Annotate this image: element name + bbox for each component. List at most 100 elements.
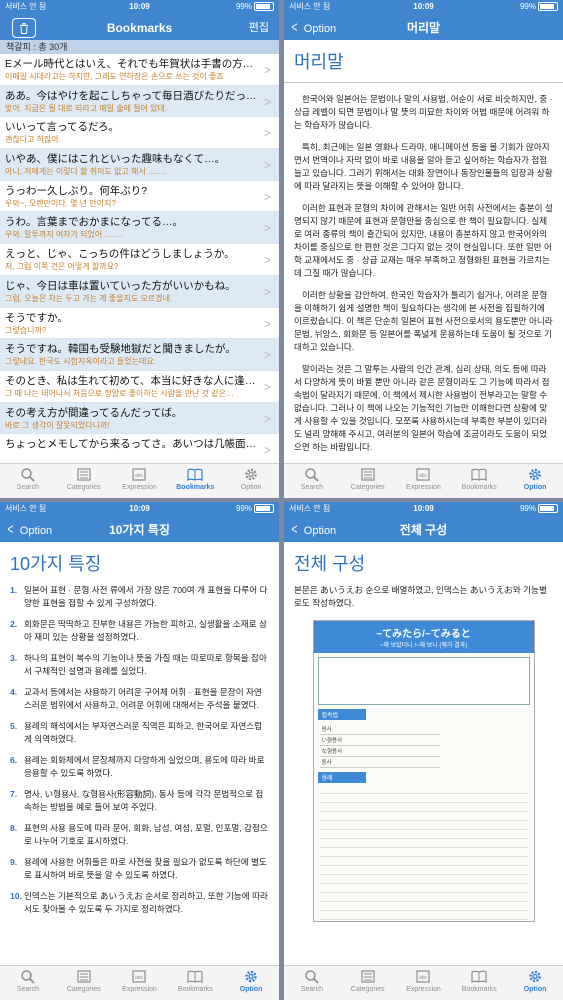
bookmark-row[interactable]: いいって言ってるだろ。 괜찮다고 하잖아. > (0, 117, 279, 150)
gear-icon (245, 468, 257, 481)
bookmark-row[interactable]: Eメール時代とはいえ、それでも年賀状は手書の方… 이메일 시대라고는 하지만, 그… (0, 54, 279, 86)
bookmark-row[interactable]: ああ。今はやけを起こしちゃって毎日酒びたりだっ… 맞아. 지금은 될 대로 되라고… (0, 85, 279, 118)
bookmark-row[interactable]: いやあ、僕にはこれといった趣味もなくて…。 아니, 저에게는 이렇다 할 취미도 … (0, 149, 279, 181)
bookmark-row[interactable]: えっと、じゃ、こっちの件はどうしましょうか。 저, 그럼 이쪽 건은 어떻게 할까… (0, 244, 279, 276)
feature-number: 2. (10, 619, 18, 629)
page-title: 10가지 특징 (109, 523, 170, 537)
tab-label: Option (239, 986, 263, 993)
tab-search[interactable]: Search (0, 464, 56, 498)
section-heading: 머리말 (294, 52, 344, 72)
feature-item: 2. 회화문은 딱딱하고 진부한 내용은 가능한 피하고, 실생활을 소재로 삼아… (10, 618, 269, 644)
bookmark-japanese: その考え方が間違ってるんだってば。 (5, 406, 183, 419)
chevron-right-icon: > (263, 411, 271, 426)
chevron-right-icon: > (263, 189, 271, 204)
tab-label: Search (16, 986, 39, 993)
tab-categories[interactable]: Categories (56, 464, 112, 498)
bookmark-korean: 이메일 시대라고는 하지만, 그래도 연하장은 손으로 쓰는 것이 좋죠 (5, 72, 224, 81)
bookmark-korean: 저, 그럼 이쪽 건은 어떻게 할까요? (5, 262, 119, 272)
bookmark-row[interactable]: その考え方が間違ってるんだってば。 바로 그 생각이 잘못되었다니까! > (0, 402, 279, 435)
tab-option[interactable]: Option (507, 464, 563, 498)
bookmark-korean: 그렇습니까? (5, 325, 47, 335)
bookmark-korean: 아니, 저에게는 이렇다 할 취미도 없고 해서 ……. (5, 167, 167, 177)
tab-search[interactable]: Search (0, 966, 56, 1000)
bookmark-korean: 괜찮다고 하잖아. (5, 135, 61, 145)
status-bar: 서비스 안 됨 10:09 99% (0, 0, 279, 13)
preface-paragraph: 한국어와 일본어는 문법이나 말의 사용법, 어순이 서로 비슷하지만, 중 ·… (294, 94, 553, 130)
tab-bar: Search Categories abc Expression Bookmarks Op… (0, 965, 279, 1000)
divider (284, 82, 563, 83)
chevron-right-icon: > (263, 221, 271, 236)
tab-search[interactable]: Search (284, 464, 340, 498)
sample-header: ~てみたら/~てみると ~해 보았더니 /~해 보니 (해가 결과) (313, 621, 534, 653)
bookmarks-icon (471, 468, 487, 481)
tab-label: Search (300, 986, 323, 993)
tab-label: Expression (122, 986, 157, 993)
edit-button[interactable]: 편집 (249, 16, 269, 40)
section-heading: 10가지 특징 (10, 554, 102, 574)
chevron-right-icon: > (263, 316, 271, 331)
bookmark-japanese: そうですね。韓国も受験地獄だと聞きましたが。 (5, 343, 236, 356)
tab-categories[interactable]: Categories (56, 966, 112, 1000)
bookmark-korean: 우와. 말투까지 여자가 되었어 ……. (5, 230, 123, 240)
expression-icon: abc (132, 468, 147, 481)
bookmarks-icon (187, 970, 203, 983)
chevron-right-icon: > (263, 443, 271, 458)
feature-number: 10. (10, 891, 22, 901)
status-bar: 서비스 안 됨 10:09 99% (0, 502, 279, 515)
categories-icon (77, 970, 91, 983)
tab-bookmarks[interactable]: Bookmarks (167, 464, 223, 498)
bookmark-row[interactable]: じゃ、今日は車は置いていった方がいいかもね。 그럼, 오늘은 차는 두고 가는 게… (0, 275, 279, 308)
bookmark-korean: 그 때 나는 태어나서 처음으로 정말로 좋아하는 사람을 만난 것 같은… (5, 388, 234, 398)
tab-expression[interactable]: abc Expression (112, 966, 168, 1000)
bookmarks-icon (471, 970, 487, 983)
bookmark-row[interactable]: そのとき、私は生れて初めて、本当に好きな人に逢… 그 때 나는 태어나서 처음으로… (0, 371, 279, 403)
tab-expression[interactable]: abc Expression (396, 464, 452, 498)
tab-label: Categories (350, 484, 385, 491)
tab-bar: Search Categories abc Expression Bookmarks Op… (284, 965, 563, 1000)
bookmark-row[interactable]: うわ。言葉までおかまになってる…。 우와. 말투까지 여자가 되었어 ……. > (0, 212, 279, 245)
tab-expression[interactable]: abc Expression (112, 464, 168, 498)
gear-icon (529, 468, 541, 481)
chevron-right-icon: > (263, 158, 271, 173)
bookmark-row[interactable]: そうですね。韓国も受験地獄だと聞きましたが。 그렇네요. 한국도 시험지옥이라고 … (0, 339, 279, 371)
chevron-right-icon: > (263, 63, 271, 77)
bookmark-row[interactable]: そうですか。 그렇습니까? > (0, 308, 279, 340)
bookmark-japanese: いやあ、僕にはこれといった趣味もなくて…。 (5, 153, 226, 166)
feature-number: 4. (10, 687, 18, 697)
bookmark-row[interactable]: うっわー久しぶり。何年ぶり? 우와~, 오랜만이다. 몇 년 만이지? > (0, 181, 279, 213)
page-title: 전체 구성 (399, 523, 448, 537)
preface-paragraph: 특히, 최근에는 일본 영화나 드라마, 애니메이션 등을 볼 기회가 많아지면… (294, 142, 553, 191)
intro-text: 본문은 あいうえお 순으로 배열하였고, 인덱스는 あいうえお와 기능별로도 작… (294, 585, 547, 608)
tab-label: Categories (66, 986, 101, 993)
tab-bookmarks[interactable]: Bookmarks (451, 464, 507, 498)
tab-option[interactable]: Option (507, 966, 563, 1000)
structure-screen: 서비스 안 됨 10:09 99% < Option 전체 구성 전체 구성 본문… (284, 502, 563, 1000)
feature-list: 1. 일본어 표현 · 문형 사전 류에서 가장 많은 700여 개 표현을 다루… (10, 584, 269, 916)
sample-row-label: 명사 (319, 724, 423, 735)
tab-label: Option (523, 986, 547, 993)
tab-bookmarks[interactable]: Bookmarks (451, 966, 507, 1000)
tab-option[interactable]: Option (223, 464, 279, 498)
tab-categories[interactable]: Categories (340, 464, 396, 498)
sample-row-label: な형용사 (319, 745, 423, 757)
bookmark-japanese: そうですか。 (5, 311, 68, 324)
preface-paragraph: 이러한 상황을 감안하여, 한국인 학습자가 틀리기 쉽거나, 어려운 문형을 … (294, 290, 553, 352)
tab-option[interactable]: Option (223, 966, 279, 1000)
feature-text: 용례에 사용한 어휘들은 따로 사전을 찾을 필요가 없도록 하단에 별도로 표… (24, 857, 267, 880)
bookmark-row[interactable]: ちょっとメモしてから来るってさ。あいつは几帳面… > (0, 434, 279, 464)
tab-search[interactable]: Search (284, 966, 340, 1000)
expression-icon: abc (416, 970, 431, 983)
tab-expression[interactable]: abc Expression (396, 966, 452, 1000)
tab-label: Expression (406, 484, 441, 491)
feature-number: 5. (10, 721, 18, 731)
sample-label-examples: 용례 (317, 772, 366, 783)
feature-text: 인덱스는 기본적으로 あいうえお 순서로 정리하고, 또한 기능에 따라서도 찾… (24, 891, 268, 914)
status-bar: 서비스 안 됨 10:09 99% (284, 0, 563, 13)
tab-bookmarks[interactable]: Bookmarks (167, 966, 223, 1000)
features-content: 10가지 특징 1. 일본어 표현 · 문형 사전 류에서 가장 많은 700여 … (0, 542, 279, 966)
search-icon (305, 468, 319, 482)
tab-categories[interactable]: Categories (340, 966, 396, 1000)
tab-label: Option (240, 484, 262, 491)
search-icon (21, 970, 35, 984)
gear-icon (529, 970, 541, 983)
